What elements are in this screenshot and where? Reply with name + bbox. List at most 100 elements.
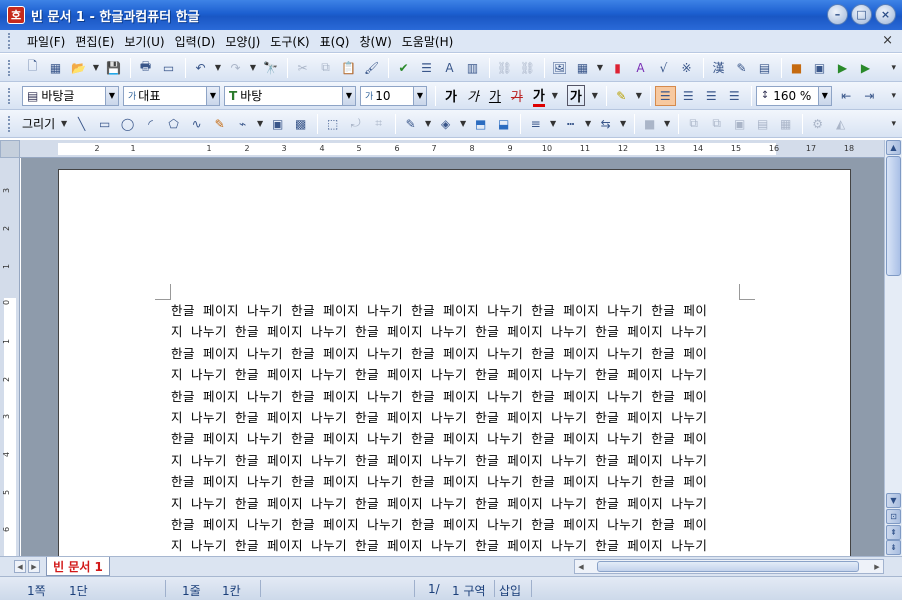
template-icon[interactable]: ▦	[45, 58, 66, 78]
menu-tools[interactable]: 도구(K)	[265, 33, 314, 50]
grip-handle[interactable]	[8, 87, 12, 104]
scroll-down-icon[interactable]: ▼	[886, 493, 901, 508]
unlink-icon[interactable]: ⛓	[517, 58, 538, 78]
right-align-icon[interactable]: ☰	[724, 86, 745, 106]
find-icon[interactable]: 🔭	[260, 58, 281, 78]
text-line[interactable]: 지 나누기 한글 페이지 나누기 한글 페이지 나누기 한글 페이지 나누기 한…	[171, 493, 739, 514]
wrap-text-icon[interactable]: ◭	[830, 114, 851, 134]
chevron-down-icon[interactable]: ▼	[105, 86, 118, 105]
menu-file[interactable]: 파일(F)	[22, 33, 70, 50]
curve-icon[interactable]: ∿	[186, 114, 207, 134]
presentation-icon[interactable]: ▣	[809, 58, 830, 78]
grip-handle[interactable]	[8, 115, 12, 132]
chevron-down-icon[interactable]: ▼	[548, 114, 558, 134]
rectangle-icon[interactable]: ▭	[94, 114, 115, 134]
vertical-scrollbar[interactable]: ▲ ▼ ⊡ ⇞ ⇟	[884, 140, 902, 556]
toolbar-overflow-icon[interactable]: ▾	[891, 119, 896, 129]
text-line[interactable]: 지 나누기 한글 페이지 나누기 한글 페이지 나누기 한글 페이지 나누기 한…	[171, 321, 739, 342]
shade-color-button[interactable]: 가	[566, 85, 585, 106]
macro-icon[interactable]: ■	[786, 58, 807, 78]
indent-increase-icon[interactable]: ⇥	[859, 86, 880, 106]
chevron-down-icon[interactable]: ▼	[59, 114, 69, 134]
drawing-menu-button[interactable]: 그리기	[22, 115, 55, 132]
scroll-up-icon[interactable]: ▲	[886, 140, 901, 155]
grip-handle[interactable]	[8, 33, 12, 49]
new-document-icon[interactable]: 🗋	[22, 58, 43, 78]
table-icon[interactable]: ▦	[572, 58, 593, 78]
text-line[interactable]: 한글 페이지 나누기 한글 페이지 나누기 한글 페이지 나누기 한글 페이지 …	[171, 428, 739, 449]
text-line[interactable]: 지 나누기 한글 페이지 나누기 한글 페이지 나누기 한글 페이지 나누기 한…	[171, 407, 739, 428]
bold-button[interactable]: 가	[445, 86, 457, 105]
justify-align-icon[interactable]: ☰	[654, 85, 676, 106]
redo-icon[interactable]: ↷	[225, 58, 246, 78]
open-folder-icon[interactable]: 📂	[68, 58, 89, 78]
copy-icon[interactable]: ⧉	[315, 58, 336, 78]
format-painter-icon[interactable]: 🖌	[361, 58, 382, 78]
macro-play1-icon[interactable]: ▶	[832, 58, 853, 78]
menu-table[interactable]: 표(Q)	[315, 33, 355, 50]
columns-icon[interactable]: ▥	[462, 58, 483, 78]
toolbar-overflow-icon[interactable]: ▾	[891, 91, 896, 101]
text-line[interactable]: 한글 페이지 나누기 한글 페이지 나누기 한글 페이지 나누기 한글 페이지 …	[171, 514, 739, 535]
chevron-down-icon[interactable]: ▼	[458, 114, 468, 134]
page[interactable]: 한글 페이지 나누기 한글 페이지 나누기 한글 페이지 나누기 한글 페이지 …	[58, 169, 851, 556]
text-line[interactable]: 한글 페이지 나누기 한글 페이지 나누기 한글 페이지 나누기 한글 페이지 …	[171, 386, 739, 407]
symbol-icon[interactable]: ※	[676, 58, 697, 78]
ruler-corner[interactable]	[0, 140, 20, 158]
chevron-down-icon[interactable]: ▼	[662, 114, 672, 134]
chevron-down-icon[interactable]: ▼	[595, 58, 605, 78]
menu-window[interactable]: 창(W)	[354, 33, 396, 50]
scroll-thumb[interactable]	[886, 156, 901, 276]
menu-insert[interactable]: 입력(D)	[170, 33, 221, 50]
scroll-right-icon[interactable]: ▶	[871, 560, 883, 573]
chevron-down-icon[interactable]: ▼	[255, 114, 265, 134]
chevron-down-icon[interactable]: ▼	[413, 86, 426, 105]
memo-icon[interactable]: ✎	[731, 58, 752, 78]
text-line[interactable]: 한글 페이지 나누기 한글 페이지 나누기 한글 페이지 나누기 한글 페이지 …	[171, 343, 739, 364]
line-weight-icon[interactable]: ≡	[525, 114, 546, 134]
menu-help[interactable]: 도움말(H)	[397, 33, 459, 50]
text-line[interactable]: 지 나누기 한글 페이지 나누기 한글 페이지 나누기 한글 페이지 나누기 한…	[171, 450, 739, 471]
text-line[interactable]: 지 나누기 한글 페이지 나누기 한글 페이지 나누기 한글 페이지 나누기 한…	[171, 364, 739, 385]
chevron-down-icon[interactable]: ▼	[342, 86, 355, 105]
save-icon[interactable]: 💾	[103, 58, 124, 78]
bring-front-icon[interactable]: ⬒	[470, 114, 491, 134]
align-objects-icon[interactable]: ▣	[729, 114, 750, 134]
tab-next-icon[interactable]: ▶	[28, 560, 40, 573]
shadow-icon[interactable]: ■	[639, 114, 660, 134]
undo-icon[interactable]: ↶	[190, 58, 211, 78]
prev-page-icon[interactable]: ⇞	[886, 525, 901, 540]
strikethrough-button[interactable]: 가	[511, 86, 523, 105]
text-line[interactable]: 한글 페이지 나누기 한글 페이지 나누기 한글 페이지 나누기 한글 페이지 …	[171, 471, 739, 492]
hanja-icon[interactable]: 漢	[708, 58, 729, 78]
next-page-icon[interactable]: ⇟	[886, 540, 901, 555]
font-select[interactable]: T 바탕 ▼	[224, 85, 356, 106]
rotate-icon[interactable]: ⤾	[345, 114, 366, 134]
line-color-icon[interactable]: ✎	[400, 114, 421, 134]
style-icon[interactable]: A	[439, 58, 460, 78]
scroll-thumb-horizontal[interactable]	[597, 561, 859, 572]
print-icon[interactable]: 🖶	[135, 58, 156, 78]
cut-icon[interactable]: ✂	[292, 58, 313, 78]
page-up-icon[interactable]: ⊡	[886, 509, 901, 524]
line-style-icon[interactable]: ┅	[560, 114, 581, 134]
chevron-down-icon[interactable]: ▼	[618, 114, 628, 134]
text-line[interactable]: 한글 페이지 나누기 한글 페이지 나누기 한글 페이지 나누기 한글 페이지 …	[171, 300, 739, 321]
connector-icon[interactable]: ⌁	[232, 114, 253, 134]
distribute-icon[interactable]: ▤	[752, 114, 773, 134]
picture-format-icon[interactable]: ▦	[775, 114, 796, 134]
spellcheck-icon[interactable]: ✔	[393, 58, 414, 78]
chart-icon[interactable]: ▮	[607, 58, 628, 78]
print-preview-icon[interactable]: ▭	[158, 58, 179, 78]
indent-decrease-icon[interactable]: ⇤	[836, 86, 857, 106]
picture-icon[interactable]: 🖼	[549, 58, 570, 78]
center-align-icon[interactable]: ☰	[701, 86, 722, 106]
chevron-down-icon[interactable]: ▼	[91, 58, 101, 78]
tab-document[interactable]: 빈 문서 1	[46, 557, 110, 576]
chevron-down-icon[interactable]: ▼	[213, 58, 223, 78]
select-object-icon[interactable]: ⬚	[322, 114, 343, 134]
paragraph-icon[interactable]: ☰	[416, 58, 437, 78]
textbox-icon[interactable]: ▣	[267, 114, 288, 134]
chevron-down-icon[interactable]: ▼	[634, 86, 644, 106]
status-insert-mode[interactable]: 삽입	[499, 582, 521, 599]
